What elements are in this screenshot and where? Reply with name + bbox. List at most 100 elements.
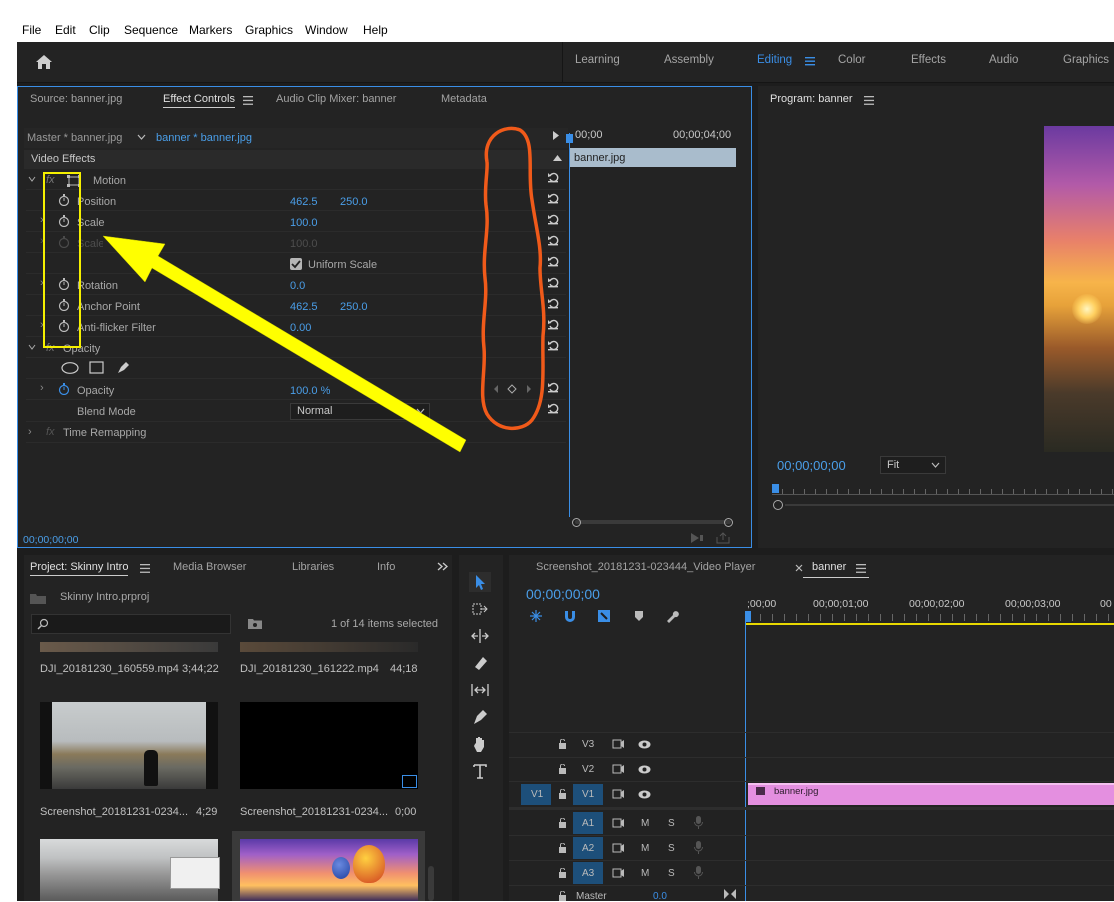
fit-select[interactable]: Fit (880, 456, 946, 474)
clip-thumbnail[interactable] (240, 839, 418, 901)
opacity-expand-icon[interactable]: › (40, 382, 44, 394)
workspace-menu-icon[interactable] (805, 56, 815, 66)
solo-button[interactable]: S (668, 818, 675, 829)
opacity-chevron-icon[interactable] (28, 344, 36, 350)
reset-icon[interactable] (547, 255, 559, 267)
solo-button[interactable]: S (668, 843, 675, 854)
microphone-icon[interactable] (694, 866, 703, 879)
menu-clip[interactable]: Clip (89, 23, 110, 37)
blend-mode-select[interactable]: Normal (290, 403, 430, 420)
ellipse-mask-icon[interactable] (61, 362, 79, 374)
tab-libraries[interactable]: Libraries (292, 561, 334, 573)
eye-icon[interactable] (638, 740, 651, 749)
workspace-editing[interactable]: Editing (757, 54, 792, 66)
new-search-bin-icon[interactable] (248, 617, 262, 629)
reset-icon[interactable] (547, 402, 559, 414)
snap-icon[interactable] (563, 609, 577, 623)
reset-icon[interactable] (547, 171, 559, 183)
home-icon[interactable] (35, 54, 53, 70)
tab-effect-controls[interactable]: Effect Controls (163, 93, 235, 108)
ec-playhead-handle[interactable] (566, 134, 573, 143)
timeline-timecode[interactable]: 00;00;00;00 (526, 586, 600, 602)
menu-graphics[interactable]: Graphics (245, 23, 293, 37)
clip-name[interactable]: DJI_20181230_161222.mp4 (240, 663, 379, 675)
uniform-scale-checkbox[interactable] (290, 258, 302, 270)
lock-icon[interactable] (558, 764, 567, 774)
mute-button[interactable]: M (641, 818, 649, 829)
lock-icon[interactable] (558, 868, 567, 878)
sync-lock-icon[interactable] (612, 843, 624, 853)
track-v2-label[interactable]: V2 (582, 764, 594, 775)
clip-name[interactable]: DJI_20181230_160559.mp4 (40, 663, 179, 675)
sync-lock-icon[interactable] (612, 868, 624, 878)
menu-markers[interactable]: Markers (189, 23, 232, 37)
panel-menu-icon[interactable] (856, 564, 866, 573)
sync-lock-icon[interactable] (612, 818, 624, 828)
clip-name[interactable]: Screenshot_20181231-0234... (240, 806, 388, 818)
tab-media-browser[interactable]: Media Browser (173, 561, 246, 573)
clip-name[interactable]: Screenshot_20181231-0234... (40, 806, 188, 818)
tab-project[interactable]: Project: Skinny Intro (30, 561, 129, 576)
solo-button[interactable]: S (668, 868, 675, 879)
tab-sequence-banner[interactable]: banner (812, 561, 846, 573)
workspace-color[interactable]: Color (838, 54, 865, 66)
ripple-edit-tool-icon[interactable] (469, 626, 491, 646)
pen-tool-icon[interactable] (469, 707, 491, 727)
master-clip-label[interactable]: Master * banner.jpg (27, 132, 122, 144)
sync-lock-icon[interactable] (612, 739, 624, 749)
go-to-end-icon[interactable] (724, 889, 736, 899)
position-y-value[interactable]: 250.0 (340, 196, 368, 208)
keyframe-navigator-icon[interactable] (493, 384, 533, 394)
lock-icon[interactable] (558, 789, 567, 799)
menu-help[interactable]: Help (363, 23, 388, 37)
opacity-value[interactable]: 100.0 % (290, 385, 330, 397)
linked-selection-icon[interactable] (597, 609, 611, 623)
rotation-value[interactable]: 0.0 (290, 280, 305, 292)
tab-source[interactable]: Source: banner.jpg (30, 93, 122, 105)
lock-icon[interactable] (558, 818, 567, 828)
expand-timeline-icon[interactable] (553, 131, 559, 140)
sync-lock-icon[interactable] (612, 764, 624, 774)
sync-lock-icon[interactable] (612, 789, 624, 799)
rectangle-mask-icon[interactable] (89, 361, 104, 374)
project-search-input[interactable] (31, 614, 231, 634)
work-area-bar[interactable] (745, 623, 1114, 625)
workspace-audio[interactable]: Audio (989, 54, 1018, 66)
panel-menu-icon[interactable] (140, 564, 150, 573)
clip-thumbnail[interactable] (240, 642, 418, 652)
ec-zoom-scrollbar[interactable] (572, 518, 733, 527)
clip-thumbnail[interactable] (40, 702, 218, 789)
timeline-playhead-handle[interactable] (745, 611, 751, 622)
menu-file[interactable]: File (22, 23, 41, 37)
panel-menu-icon[interactable] (864, 96, 874, 105)
anchor-y-value[interactable]: 250.0 (340, 301, 368, 313)
position-x-value[interactable]: 462.5 (290, 196, 318, 208)
tab-sequence-video-player[interactable]: Screenshot_20181231-023444_Video Player (536, 561, 755, 573)
pen-mask-icon[interactable] (116, 360, 131, 375)
reset-icon[interactable] (547, 234, 559, 246)
clip-thumbnail[interactable] (40, 839, 220, 901)
eye-icon[interactable] (638, 765, 651, 774)
lock-icon[interactable] (558, 843, 567, 853)
reset-icon[interactable] (547, 192, 559, 204)
reset-icon[interactable] (547, 213, 559, 225)
reset-icon[interactable] (547, 276, 559, 288)
menu-edit[interactable]: Edit (55, 23, 76, 37)
double-chevron-right-icon[interactable] (437, 562, 448, 571)
slip-tool-icon[interactable] (469, 680, 491, 700)
scroll-up-icon[interactable] (553, 155, 562, 161)
selection-tool-icon[interactable] (469, 572, 491, 592)
ec-playhead[interactable] (569, 133, 570, 517)
fx-icon[interactable]: fx (46, 426, 55, 438)
lock-icon[interactable] (558, 739, 567, 749)
clip-selector[interactable]: banner * banner.jpg (156, 132, 252, 144)
clip-thumbnail[interactable] (240, 702, 418, 789)
reset-icon[interactable] (547, 318, 559, 330)
menu-window[interactable]: Window (305, 23, 348, 37)
program-zoom-handle[interactable] (773, 500, 783, 510)
razor-tool-icon[interactable] (469, 653, 491, 673)
ec-timecode[interactable]: 00;00;00;00 (23, 534, 78, 546)
tab-info[interactable]: Info (377, 561, 395, 573)
stopwatch-icon[interactable] (58, 383, 70, 395)
workspace-effects[interactable]: Effects (911, 54, 946, 66)
